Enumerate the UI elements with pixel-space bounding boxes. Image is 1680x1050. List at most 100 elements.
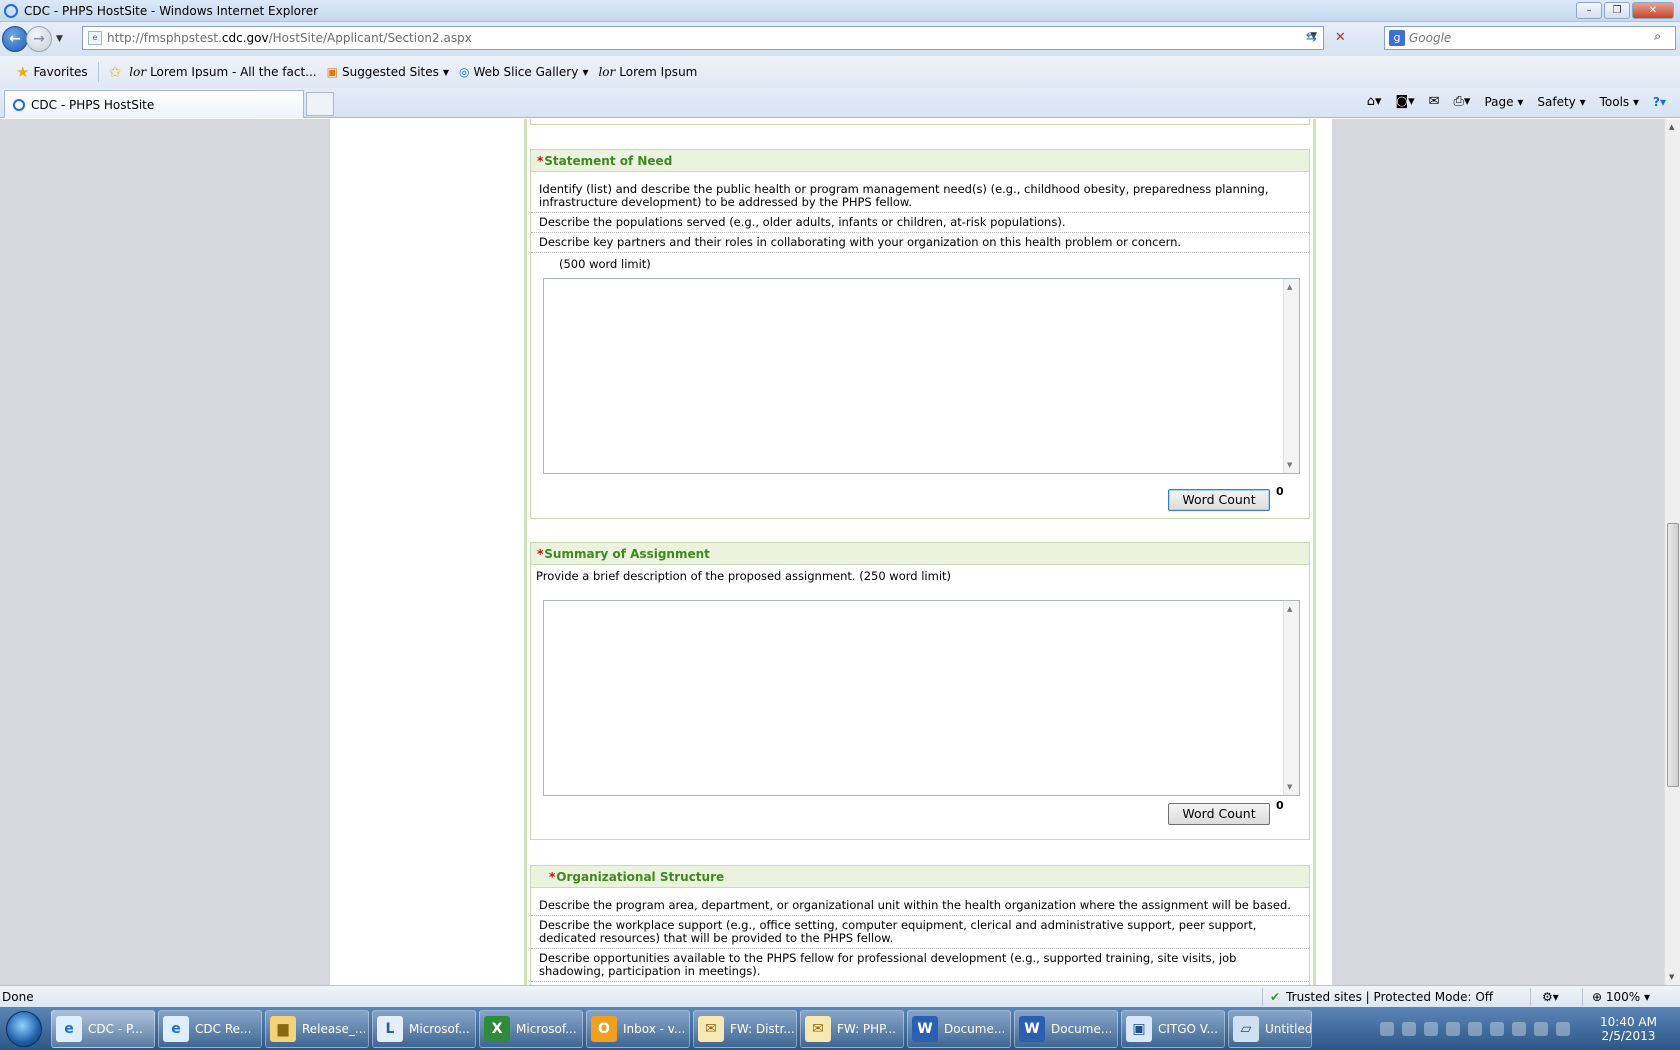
taskbar-label: Docume... — [1051, 1021, 1113, 1036]
tray-app-icon[interactable] — [1446, 1021, 1460, 1036]
scroll-up-icon[interactable]: ▲ — [1287, 605, 1292, 613]
security-zone[interactable]: ✔ Trusted sites | Protected Mode: Off — [1270, 990, 1493, 1004]
stop-icon[interactable]: ✕ — [1335, 30, 1346, 45]
org-line: Describe the workplace support (e.g., of… — [531, 916, 1309, 949]
volume-icon[interactable] — [1556, 1021, 1570, 1036]
summary-of-assignment-textarea[interactable]: ▲ ▼ — [543, 600, 1300, 796]
tools-menu[interactable]: Tools ▾ — [1600, 95, 1639, 109]
close-window-button[interactable]: ✕ — [1632, 2, 1674, 19]
taskbar-item[interactable]: e CDC - P... — [51, 1009, 155, 1048]
favorite-item-lorem-ipsum-facts[interactable]: lor Lorem Ipsum - All the fact... — [129, 65, 316, 79]
required-marker: * — [537, 546, 544, 561]
favorites-button[interactable]: ★ Favorites — [16, 63, 88, 81]
word-count-button[interactable]: Word Count — [1168, 489, 1270, 511]
taskbar-item[interactable]: O Inbox - v... — [586, 1009, 690, 1048]
word-count-button[interactable]: Word Count — [1168, 803, 1270, 825]
print-icon[interactable]: ⎙▾ — [1454, 94, 1471, 109]
scroll-down-icon[interactable]: ▼ — [1669, 973, 1674, 981]
add-favorite-button[interactable]: ✩ — [109, 63, 126, 81]
page-scrollbar[interactable]: ▲ ▼ — [1664, 119, 1680, 985]
refresh-icon[interactable]: ⇆ — [1306, 30, 1317, 45]
back-button[interactable]: ← — [2, 26, 28, 52]
ie-icon: e — [56, 1015, 82, 1042]
taskbar-item[interactable]: e CDC Re... — [158, 1009, 262, 1048]
tray-app-icon[interactable] — [1380, 1021, 1394, 1036]
excel-icon: X — [484, 1015, 510, 1042]
taskbar-item[interactable]: ✉ FW: PHP... — [800, 1009, 904, 1048]
tab-cdc-phps-hostsite[interactable]: CDC - PHPS HostSite — [4, 90, 304, 118]
favorite-item-web-slice-gallery[interactable]: ◎ Web Slice Gallery ▼ — [459, 65, 588, 79]
help-icon[interactable]: ?▾ — [1653, 95, 1666, 109]
chevron-down-icon: ▼ — [582, 67, 589, 77]
check-icon: ✔ — [1270, 989, 1281, 1004]
favorite-item-label: Suggested Sites — [341, 65, 439, 79]
favorite-item-lorem-ipsum[interactable]: lor Lorem Ipsum — [598, 65, 697, 79]
taskbar-label: CDC - P... — [88, 1021, 143, 1036]
address-input[interactable]: e http://fmsphpstest. cdc.gov/HostSite/Ap… — [82, 26, 1324, 50]
system-clock[interactable]: 10:40 AM 2/5/2013 — [1600, 1015, 1657, 1043]
windows-orb-icon — [6, 1010, 42, 1047]
taskbar-item[interactable]: W Docume... — [1014, 1009, 1118, 1048]
minimize-button[interactable]: – — [1576, 2, 1602, 19]
page-viewport: * Statement of Need Identify (list) and d… — [0, 119, 1664, 985]
network-icon[interactable] — [1534, 1021, 1548, 1036]
web-slice-icon: ◎ — [459, 65, 470, 79]
history-dropdown-icon[interactable]: ▼ — [56, 34, 63, 44]
mail-envelope-icon: ✉ — [698, 1015, 724, 1042]
taskbar-item[interactable]: ▱ Untitled ... — [1228, 1009, 1312, 1048]
url-prefix: http://fmsphpstest. — [107, 31, 222, 45]
section-title: Statement of Need — [544, 153, 673, 168]
required-marker: * — [537, 153, 544, 168]
scrollbar-thumb[interactable] — [1667, 523, 1679, 787]
scroll-down-icon[interactable]: ▼ — [1287, 461, 1292, 469]
url-suffix: /HostSite/Applicant/Section2.aspx — [268, 31, 472, 45]
feeds-icon[interactable]: ◙▾ — [1395, 94, 1414, 109]
scroll-down-icon[interactable]: ▼ — [1287, 783, 1292, 791]
page-menu[interactable]: Page ▾ — [1484, 95, 1523, 109]
tray-app-icon[interactable] — [1512, 1021, 1526, 1036]
add-favorite-icon: ✩ — [108, 63, 122, 81]
forward-button[interactable]: → — [26, 26, 52, 52]
scroll-up-icon[interactable]: ▲ — [1669, 123, 1674, 131]
taskbar-item[interactable]: W Docume... — [907, 1009, 1011, 1048]
taskbar-label: Inbox - v... — [623, 1021, 686, 1036]
mail-icon[interactable]: ✉ — [1429, 94, 1440, 109]
taskbar-item[interactable]: ▣ CITGO V... — [1121, 1009, 1225, 1048]
mail-envelope-icon: ✉ — [805, 1015, 831, 1042]
summary-description: Provide a brief description of the propo… — [536, 569, 952, 583]
taskbar-label: Untitled ... — [1265, 1021, 1312, 1036]
start-button[interactable] — [0, 1007, 48, 1050]
textarea-scrollbar[interactable]: ▲ ▼ — [1283, 601, 1299, 795]
search-icon[interactable]: ⌕ — [1654, 29, 1661, 44]
word-count-value: 0 — [1276, 485, 1284, 498]
home-icon[interactable]: ⌂▾ — [1367, 94, 1382, 109]
statement-of-need-textarea[interactable]: ▲ ▼ — [543, 278, 1300, 474]
word-icon: W — [1019, 1015, 1045, 1042]
tray-app-icon[interactable] — [1424, 1021, 1438, 1036]
tray-app-icon[interactable] — [1490, 1021, 1504, 1036]
tray-app-icon[interactable] — [1468, 1021, 1482, 1036]
new-tab-button[interactable] — [306, 92, 334, 116]
tab-label: CDC - PHPS HostSite — [31, 97, 155, 112]
outlook-icon: O — [591, 1015, 617, 1042]
favorite-item-label: Lorem Ipsum — [619, 65, 698, 79]
tray-app-icon[interactable] — [1402, 1021, 1416, 1036]
window-title: CDC - PHPS HostSite - Windows Internet E… — [24, 3, 319, 18]
taskbar-item[interactable]: X Microsof... — [479, 1009, 583, 1048]
search-input[interactable]: g Google ⌕ — [1384, 26, 1676, 50]
pop-up-blocker-icon[interactable]: ⚙▾ — [1542, 990, 1559, 1004]
restore-button[interactable]: ❐ — [1604, 2, 1630, 19]
textarea-scrollbar[interactable]: ▲ ▼ — [1283, 279, 1299, 473]
statement-line: Identify (list) and describe the public … — [531, 180, 1309, 213]
content-border-right — [1313, 119, 1316, 985]
zoom-control[interactable]: ⊕ 100% ▾ — [1592, 990, 1650, 1004]
scroll-up-icon[interactable]: ▲ — [1287, 283, 1292, 291]
taskbar-item[interactable]: ✉ FW: Distr... — [693, 1009, 797, 1048]
taskbar-item[interactable]: ▆ Release_... — [265, 1009, 369, 1048]
section-header: * Statement of Need — [531, 150, 1309, 172]
remote-desktop-icon: ▣ — [1126, 1015, 1152, 1042]
word-limit-label: (500 word limit) — [559, 257, 651, 271]
taskbar-item[interactable]: L Microsof... — [372, 1009, 476, 1048]
safety-menu[interactable]: Safety ▾ — [1537, 95, 1585, 109]
favorite-item-suggested-sites[interactable]: ▣ Suggested Sites ▼ — [327, 65, 449, 79]
